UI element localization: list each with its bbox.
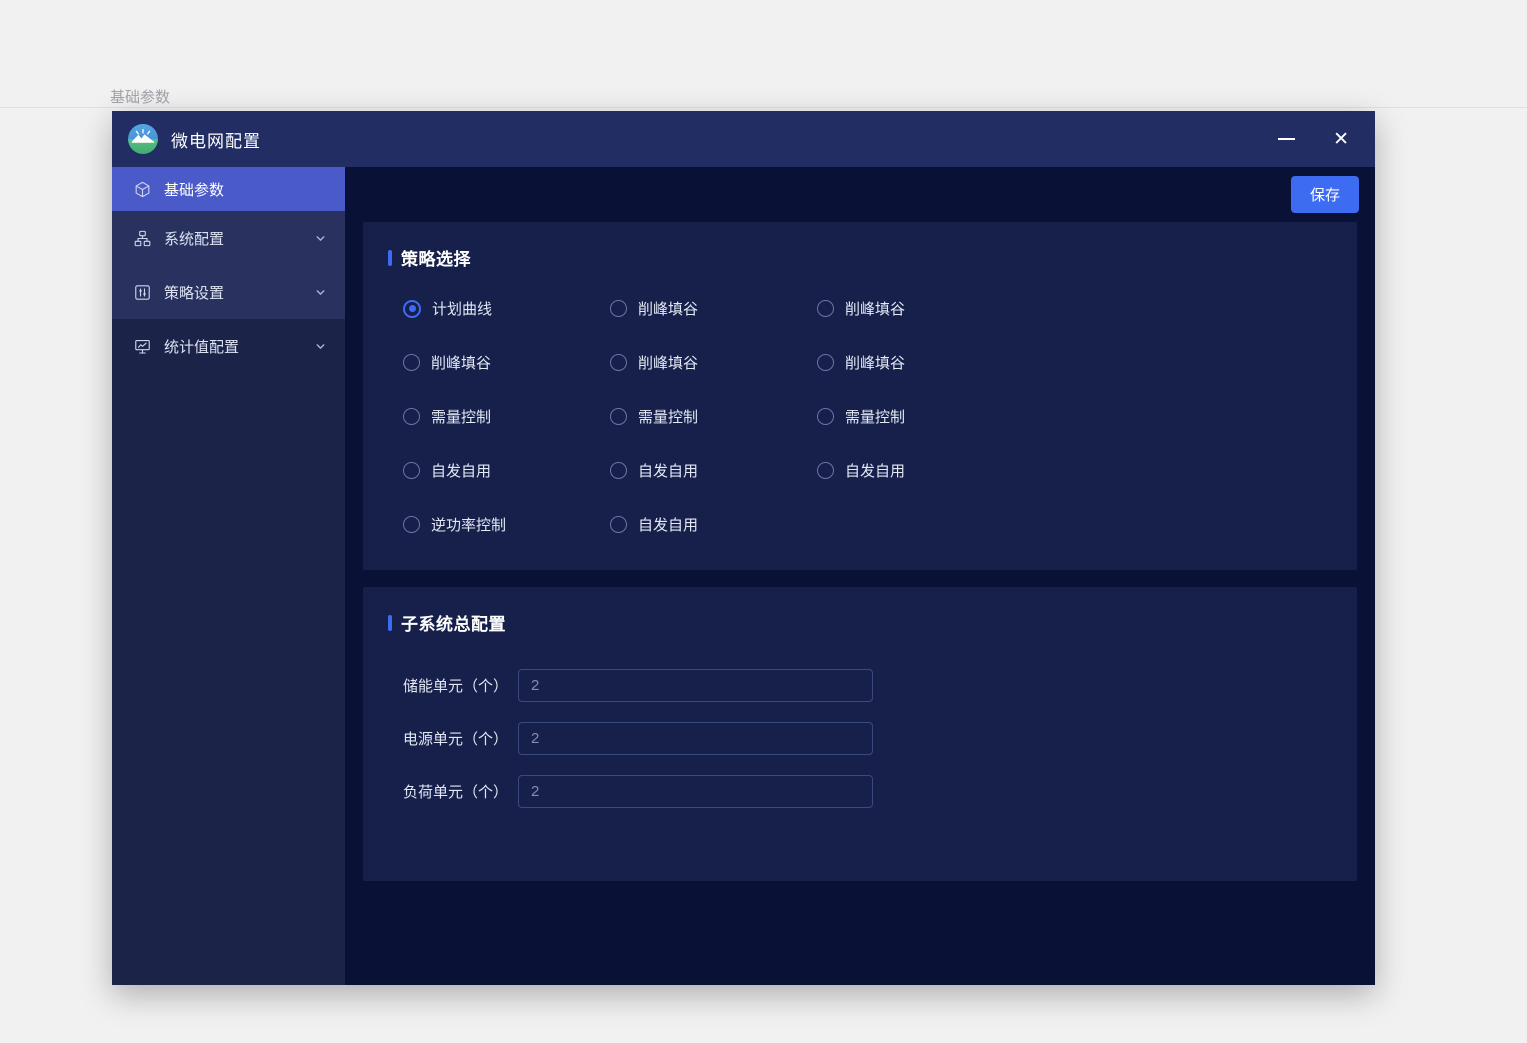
radio-option[interactable]: 削峰填谷 <box>817 352 1332 373</box>
subsystem-panel: 子系统总配置 储能单元（个） 电源单元（个） 负荷单元（个） <box>363 587 1357 881</box>
radio-icon <box>403 462 420 479</box>
radio-icon <box>610 300 627 317</box>
minimize-icon <box>1278 138 1295 140</box>
sidebar-item-label: 策略设置 <box>164 282 224 303</box>
radio-option[interactable]: 需量控制 <box>403 406 610 427</box>
monitor-icon <box>132 336 152 356</box>
sidebar-item-statistics-config[interactable]: 统计值配置 <box>112 319 345 373</box>
chevron-down-icon <box>314 232 327 245</box>
sidebar-item-label: 系统配置 <box>164 228 224 249</box>
background-divider <box>0 107 1527 108</box>
radio-option[interactable]: 自发自用 <box>610 514 817 535</box>
sidebar: 基础参数 系统配置 <box>112 167 345 985</box>
radio-icon <box>817 300 834 317</box>
radio-option[interactable]: 需量控制 <box>610 406 817 427</box>
power-units-label: 电源单元（个） <box>403 728 508 749</box>
window-controls: ✕ <box>1274 126 1353 153</box>
sidebar-item-label: 基础参数 <box>164 179 224 200</box>
window-title: 微电网配置 <box>171 127 261 152</box>
chevron-down-icon <box>314 340 327 353</box>
radio-icon <box>817 354 834 371</box>
radio-icon <box>610 462 627 479</box>
strategy-section-title: 策略选择 <box>388 245 1332 270</box>
main-content: 保存 策略选择 计划曲线 削峰填谷 削峰填谷 削峰填谷 削峰填谷 削峰填谷 需 <box>345 167 1375 985</box>
close-button[interactable]: ✕ <box>1329 126 1353 153</box>
radio-icon <box>403 354 420 371</box>
radio-option[interactable]: 削峰填谷 <box>610 352 817 373</box>
subsystem-section-title: 子系统总配置 <box>388 610 1332 635</box>
storage-units-label: 储能单元（个） <box>403 675 508 696</box>
storage-units-input[interactable] <box>518 669 873 702</box>
form-row-power-units: 电源单元（个） <box>403 722 1332 755</box>
radio-icon <box>610 516 627 533</box>
sitemap-icon <box>132 228 152 248</box>
radio-option[interactable]: 自发自用 <box>817 460 1332 481</box>
desktop-page: 基础参数 <box>0 0 1527 1043</box>
radio-icon <box>610 354 627 371</box>
radio-option[interactable]: 需量控制 <box>817 406 1332 427</box>
window-titlebar: 微电网配置 ✕ <box>112 111 1375 167</box>
radio-icon <box>817 462 834 479</box>
radio-icon <box>403 408 420 425</box>
radio-option[interactable]: 自发自用 <box>610 460 817 481</box>
radio-option[interactable]: 削峰填谷 <box>610 298 817 319</box>
chevron-down-icon <box>314 286 327 299</box>
strategy-panel: 策略选择 计划曲线 削峰填谷 削峰填谷 削峰填谷 削峰填谷 削峰填谷 需量控制 … <box>363 222 1357 570</box>
subsystem-form: 储能单元（个） 电源单元（个） 负荷单元（个） <box>403 669 1332 808</box>
power-units-input[interactable] <box>518 722 873 755</box>
radio-icon <box>817 408 834 425</box>
radio-option[interactable]: 削峰填谷 <box>817 298 1332 319</box>
radio-icon <box>610 408 627 425</box>
sidebar-item-label: 统计值配置 <box>164 336 239 357</box>
load-units-input[interactable] <box>518 775 873 808</box>
sidebar-item-system-config[interactable]: 系统配置 <box>112 211 345 265</box>
close-icon: ✕ <box>1333 130 1349 149</box>
minimize-button[interactable] <box>1274 134 1299 144</box>
strategy-options: 计划曲线 削峰填谷 削峰填谷 削峰填谷 削峰填谷 削峰填谷 需量控制 需量控制 … <box>403 298 1332 535</box>
sidebar-item-strategy-settings[interactable]: 策略设置 <box>112 265 345 319</box>
radio-option[interactable]: 削峰填谷 <box>403 352 610 373</box>
app-logo-icon <box>128 124 158 154</box>
sidebar-item-basic-params[interactable]: 基础参数 <box>112 167 345 211</box>
form-row-load-units: 负荷单元（个） <box>403 775 1332 808</box>
app-window: 微电网配置 ✕ 基础参数 <box>112 111 1375 985</box>
radio-option[interactable]: 计划曲线 <box>403 298 610 319</box>
radio-icon <box>403 516 420 533</box>
cube-icon <box>132 179 152 199</box>
load-units-label: 负荷单元（个） <box>403 781 508 802</box>
save-button[interactable]: 保存 <box>1291 176 1359 213</box>
sliders-icon <box>132 282 152 302</box>
title-accent-bar <box>388 615 392 631</box>
title-accent-bar <box>388 250 392 266</box>
background-section-label: 基础参数 <box>110 86 170 107</box>
radio-option[interactable]: 自发自用 <box>403 460 610 481</box>
form-row-storage-units: 储能单元（个） <box>403 669 1332 702</box>
radio-icon <box>403 300 421 318</box>
toolbar: 保存 <box>345 167 1375 222</box>
radio-option[interactable]: 逆功率控制 <box>403 514 610 535</box>
